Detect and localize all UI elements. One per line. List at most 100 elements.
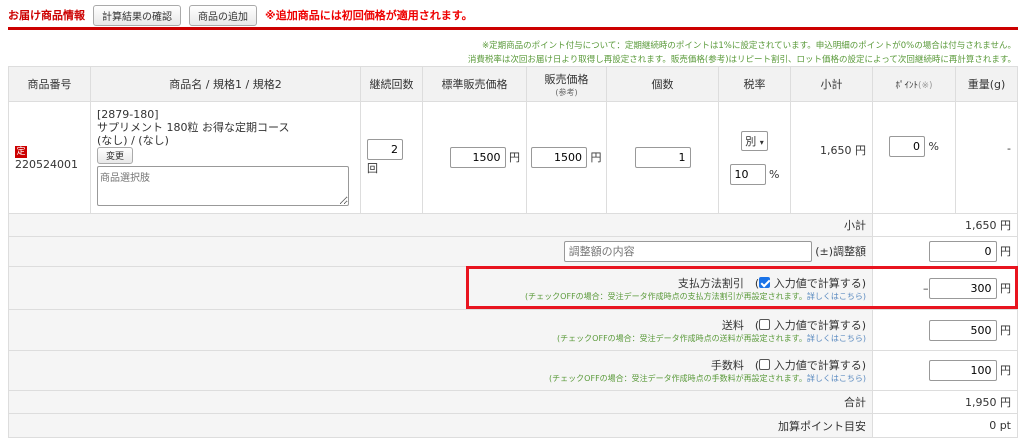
chevron-down-icon: ▾ [759, 137, 764, 147]
shipping-input[interactable] [928, 319, 997, 341]
calc-label: 入力値で計算する) [773, 359, 866, 372]
item-name-cell: [2879-180] サプリメント 180粒 お得な定期コース (なし) / (… [90, 101, 361, 214]
tax-cell: 別 ▾ % [718, 101, 791, 214]
adjust-label-cell: (±)調整額 [8, 236, 873, 267]
fee-row: 手数料 ( 入力値で計算する) (チェックOFFの場合：受注データ作成時点の手数料… [8, 350, 1018, 391]
calc-label: 入力値で計算する) [773, 276, 866, 290]
adjust-input[interactable] [928, 241, 997, 262]
shipping-calc-checkbox[interactable] [759, 318, 771, 330]
subtotal-label: 小計 [8, 213, 873, 237]
shipping-value-cell: 円 [872, 309, 1018, 351]
col-subtotal: 小計 [790, 66, 873, 102]
col-code: 商品番号 [8, 66, 91, 102]
col-qty: 個数 [606, 66, 719, 102]
point-input[interactable] [889, 136, 926, 157]
col-price-label: 販売価格 [544, 72, 589, 86]
adjust-content-input[interactable] [563, 241, 812, 262]
item-sku: [2879-180] [97, 108, 159, 121]
col-count: 継続回数 [360, 66, 423, 102]
yen-unit: 円 [509, 151, 520, 164]
detail-link[interactable]: 詳しくはこちら) [807, 374, 866, 383]
fee-label: 手数料 ( [710, 359, 760, 372]
points-value: 0 pt [872, 413, 1018, 438]
note-line: 消費税率は次回お届け日より取得し再設定されます。販売価格(参考)はリピート割引、… [467, 55, 1016, 65]
payment-calc-checkbox[interactable] [759, 276, 771, 288]
payment-discount-input[interactable] [928, 277, 997, 299]
item-name: サプリメント 180粒 お得な定期コース [97, 121, 290, 134]
item-code: 220524001 [15, 158, 78, 171]
shipping-row: 送料 ( 入力値で計算する) (チェックOFFの場合：受注データ作成時点の送料が再… [8, 309, 1018, 351]
col-weight: 重量(g) [955, 66, 1018, 102]
confirm-calculation-button[interactable]: 計算結果の確認 [93, 4, 181, 26]
total-row: 合計 1,950 円 [8, 390, 1018, 414]
note-line: ※定期商品のポイント付与について：定期継続時のポイントは1%に設定されています。… [482, 41, 1016, 51]
subtotal-cell: 1,650 円 [790, 101, 873, 214]
calc-label: 入力値で計算する) [773, 318, 866, 332]
divider [8, 27, 1018, 30]
shipping-note: (チェックOFFの場合：受注データ作成時点の送料が再設定されます。詳しくはこちら… [15, 333, 866, 344]
notes: ※定期商品のポイント付与について：定期継続時のポイントは1%に設定されています。… [468, 39, 1016, 67]
fee-input[interactable] [928, 360, 997, 381]
payment-note: (チェックOFFの場合：受注データ作成時点の支払方法割引が再設定されます。詳しく… [15, 291, 866, 302]
payment-label-cell: 支払方法割引 ( 入力値で計算する) (チェックOFFの場合：受注データ作成時点の… [8, 266, 873, 310]
order-items-table: 商品番号 商品名 / 規格1 / 規格2 継続回数 標準販売価格 販売価格 (参考… [8, 66, 1018, 438]
col-name: 商品名 / 規格1 / 規格2 [90, 66, 361, 102]
tax-type-select[interactable]: 別 ▾ [741, 130, 768, 151]
minus-sign: – [923, 281, 929, 295]
col-point-label: ﾎﾟｲﾝﾄ [895, 80, 918, 91]
yen-unit: 円 [1000, 281, 1011, 295]
change-button[interactable]: 変更 [97, 147, 134, 164]
yen-unit: 円 [1000, 364, 1011, 377]
yen-unit: 円 [1000, 245, 1011, 258]
adjust-label: (±)調整額 [815, 245, 866, 258]
points-row: 加算ポイント目安 0 pt [8, 413, 1018, 438]
payment-discount-row: 支払方法割引 ( 入力値で計算する) (チェックOFFの場合：受注データ作成時点の… [8, 266, 1018, 310]
adjust-value-cell: 円 [872, 236, 1018, 267]
qty-input[interactable] [634, 147, 691, 168]
table-header: 商品番号 商品名 / 規格1 / 規格2 継続回数 標準販売価格 販売価格 (参考… [8, 66, 1018, 102]
detail-link[interactable]: 詳しくはこちら) [807, 334, 866, 343]
adjust-row: (±)調整額 円 [8, 236, 1018, 267]
subtotal-value: 1,650 円 [872, 213, 1018, 237]
col-point-sub: (※) [917, 80, 933, 91]
point-cell: % [872, 101, 956, 214]
payment-value-cell: – 円 [872, 266, 1018, 310]
warning-text: ※追加商品には初回価格が適用されます。 [265, 9, 473, 22]
col-tax: 税率 [718, 66, 791, 102]
fee-value-cell: 円 [872, 350, 1018, 391]
subscription-badge: 定 [15, 146, 27, 158]
option-textarea[interactable] [97, 166, 349, 206]
percent-unit: % [769, 167, 780, 181]
section-title: お届け商品情報 [8, 9, 85, 22]
points-label: 加算ポイント目安 [8, 413, 873, 438]
std-price-cell: 円 [422, 101, 527, 214]
col-price-sub: (参考) [555, 87, 578, 97]
table-row: 定 220524001 [2879-180] サプリメント 180粒 お得な定期コ… [8, 101, 1018, 214]
yen-unit: 円 [590, 151, 602, 164]
count-input[interactable] [367, 139, 403, 160]
tax-rate-input[interactable] [729, 163, 766, 185]
fee-note: (チェックOFFの場合：受注データ作成時点の手数料が再設定されます。詳しくはこち… [15, 373, 866, 384]
subtotal-row: 小計 1,650 円 [8, 213, 1018, 237]
shipping-label: 送料 ( [721, 318, 760, 332]
yen-unit: 円 [1000, 323, 1011, 337]
note-text: (チェックOFFの場合：受注データ作成時点の手数料が再設定されます。 [549, 374, 807, 383]
percent-unit: % [928, 140, 939, 153]
fee-calc-checkbox[interactable] [759, 359, 771, 370]
payment-label: 支払方法割引 ( [677, 276, 760, 290]
fee-label-cell: 手数料 ( 入力値で計算する) (チェックOFFの場合：受注データ作成時点の手数料… [8, 350, 873, 391]
price-input[interactable] [531, 147, 587, 168]
total-label: 合計 [8, 390, 873, 414]
add-product-button[interactable]: 商品の追加 [189, 4, 257, 26]
std-price-input[interactable] [449, 147, 506, 168]
weight-cell: - [955, 101, 1018, 214]
note-text: (チェックOFFの場合：受注データ作成時点の送料が再設定されます。 [557, 333, 807, 343]
note-text: (チェックOFFの場合：受注データ作成時点の支払方法割引が再設定されます。 [525, 291, 807, 301]
count-cell: 回 [360, 101, 423, 214]
item-code-cell: 定 220524001 [8, 101, 91, 214]
detail-link[interactable]: 詳しくはこちら) [807, 292, 866, 301]
shipping-label-cell: 送料 ( 入力値で計算する) (チェックOFFの場合：受注データ作成時点の送料が再… [8, 309, 873, 351]
price-cell: 円 [526, 101, 607, 214]
total-value: 1,950 円 [872, 390, 1018, 414]
col-std-price: 標準販売価格 [422, 66, 527, 102]
